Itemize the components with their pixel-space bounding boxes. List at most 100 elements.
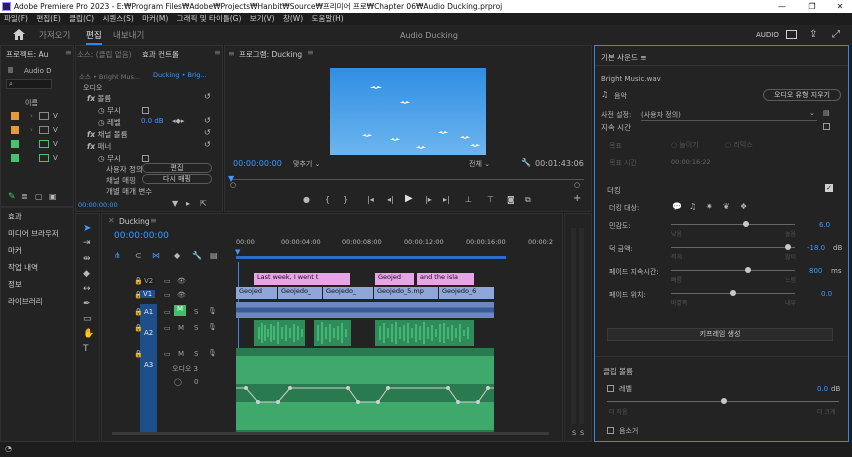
audio-clip-a1[interactable]: [236, 302, 494, 318]
icon-view-icon[interactable]: ▢: [35, 192, 43, 201]
tab-export[interactable]: 내보내기: [113, 29, 144, 41]
close-button[interactable]: ✕: [826, 0, 852, 13]
track-v1-label[interactable]: V1: [140, 290, 156, 298]
keyframe-nav-icon[interactable]: ◂◆▸: [172, 117, 184, 125]
insert-icon[interactable]: ⋈: [152, 251, 160, 260]
lift-icon[interactable]: ⊥: [465, 195, 472, 204]
home-icon[interactable]: [13, 29, 25, 40]
video-preview[interactable]: [330, 68, 486, 155]
rectangle-tool-icon[interactable]: ▭: [83, 314, 92, 324]
audio-clip-a3-music[interactable]: [236, 348, 494, 432]
workspace-label[interactable]: AUDIO: [756, 31, 779, 39]
menu-marker[interactable]: 마커(M): [142, 14, 168, 23]
extract-icon[interactable]: ⊤: [487, 195, 494, 204]
level-value[interactable]: 0.0 dB: [141, 117, 164, 125]
menu-file[interactable]: 파일(F): [4, 14, 28, 23]
marker-icon[interactable]: ◆: [174, 251, 180, 260]
program-scrubber[interactable]: [230, 179, 584, 180]
duration-checkbox[interactable]: [823, 123, 830, 130]
stretch-radio[interactable]: ○ 늘이기: [671, 140, 699, 150]
volume-knob-icon[interactable]: ◯: [174, 378, 182, 386]
camera-icon[interactable]: ◙: [507, 195, 515, 204]
panel-menu-icon[interactable]: ≡: [65, 48, 72, 57]
save-preset-icon[interactable]: ▤: [823, 109, 830, 117]
menu-view[interactable]: 보기(V): [250, 14, 275, 23]
lock-icon[interactable]: 🔒: [134, 324, 143, 332]
lock-icon[interactable]: 🔒: [134, 350, 143, 358]
go-to-in-icon[interactable]: |◂: [367, 195, 374, 204]
clip-v1[interactable]: Geojedo_5.mp: [374, 287, 438, 299]
tab-source[interactable]: 소스: (클립 없음): [77, 49, 132, 60]
tab-media-browser[interactable]: 미디어 브라우저: [8, 228, 59, 239]
mark-in-icon[interactable]: {: [325, 195, 330, 204]
effect-controls-timecode[interactable]: 00:00:00:00: [78, 201, 118, 209]
edit-button[interactable]: 편집: [142, 163, 212, 173]
program-timecode[interactable]: 00:00:00:00: [233, 159, 282, 168]
clip-v2[interactable]: Geojed: [375, 273, 414, 285]
sync-lock-icon[interactable]: ▭: [164, 308, 171, 316]
filter-icon[interactable]: ▼: [172, 199, 178, 208]
linked-selection-icon[interactable]: ⊂: [135, 251, 142, 260]
unassigned-duck-icon[interactable]: ❖: [740, 202, 747, 211]
razor-tool-icon[interactable]: ◆: [83, 269, 90, 279]
play-only-audio-icon[interactable]: ▸: [186, 199, 190, 208]
expand-icon[interactable]: ›: [30, 126, 33, 134]
menu-clip[interactable]: 클립(C): [69, 14, 94, 23]
timeline-horizontal-scrollbar[interactable]: [112, 432, 549, 435]
work-area-bar[interactable]: [236, 256, 506, 259]
maximize-button[interactable]: ❐: [798, 0, 826, 13]
pencil-icon[interactable]: ✎: [8, 192, 16, 202]
reset-icon[interactable]: ↺: [204, 140, 211, 149]
bypass-checkbox[interactable]: [142, 107, 149, 114]
list-item[interactable]: [39, 112, 49, 120]
track-select-tool-icon[interactable]: ⇥: [83, 238, 91, 248]
mute-a2-button[interactable]: M: [178, 324, 184, 332]
add-marker-icon[interactable]: ●: [303, 195, 310, 204]
mute-a3-button[interactable]: M: [178, 350, 184, 358]
generate-keyframes-button[interactable]: 키프레임 생성: [607, 328, 833, 341]
sync-lock-icon[interactable]: ▭: [164, 291, 171, 299]
freeform-view-icon[interactable]: ▣: [49, 192, 57, 201]
clip-v1[interactable]: Geojedo_: [323, 287, 373, 299]
fade-duration-slider-knob[interactable]: [745, 267, 751, 273]
playhead-icon[interactable]: ▼: [235, 248, 240, 256]
workspaces-icon[interactable]: [786, 30, 797, 39]
bypass-checkbox[interactable]: [142, 155, 149, 162]
dialogue-duck-icon[interactable]: 💬: [672, 202, 682, 211]
chevron-down-icon[interactable]: ⌄: [809, 109, 815, 117]
hand-tool-icon[interactable]: ✋: [83, 329, 94, 339]
settings-wrench-icon[interactable]: 🔧: [192, 251, 202, 260]
level-value[interactable]: 0.0: [817, 385, 828, 393]
essential-sound-tab[interactable]: 기본 사운드 ≡: [601, 52, 647, 63]
reset-icon[interactable]: ↺: [204, 116, 211, 125]
level-checkbox[interactable]: [607, 385, 614, 392]
solo-a3-button[interactable]: S: [194, 350, 198, 358]
mute-a1-button[interactable]: M: [174, 305, 186, 316]
reset-icon[interactable]: ↺: [204, 128, 211, 137]
tab-history[interactable]: 작업 내역: [8, 262, 38, 273]
sequence-tab[interactable]: Ducking: [119, 217, 150, 226]
track-a1-label[interactable]: A1: [144, 308, 153, 316]
comparison-view-icon[interactable]: ⧉: [525, 195, 531, 205]
sensitivity-slider-knob[interactable]: [743, 221, 749, 227]
clip-v1[interactable]: Geojedo_: [278, 287, 322, 299]
step-forward-icon[interactable]: |▸: [425, 195, 432, 204]
list-item[interactable]: [39, 140, 49, 148]
step-back-icon[interactable]: ◂|: [387, 195, 394, 204]
fade-duration-slider[interactable]: [671, 270, 795, 271]
fx-volume-label[interactable]: fx 볼륨: [87, 93, 111, 104]
project-search-input[interactable]: ⌕: [6, 79, 52, 89]
snap-icon[interactable]: ⋔: [114, 251, 121, 260]
duck-amount-slider-knob[interactable]: [785, 244, 791, 250]
sensitivity-value[interactable]: 6.0: [819, 221, 830, 229]
duck-amount-value[interactable]: -18.0: [807, 244, 825, 252]
remap-button[interactable]: 다시 매핑: [142, 174, 212, 184]
track-a3-volume[interactable]: 0: [194, 378, 198, 386]
fade-duration-value[interactable]: 800: [809, 267, 822, 275]
minimize-button[interactable]: —: [768, 0, 796, 13]
solo-a2-button[interactable]: S: [194, 324, 198, 332]
list-item[interactable]: [39, 126, 49, 134]
project-tab[interactable]: 프로젝트: Au: [6, 49, 48, 60]
microphone-icon[interactable]: 🎙: [208, 349, 217, 357]
menu-window[interactable]: 창(W): [283, 14, 303, 23]
